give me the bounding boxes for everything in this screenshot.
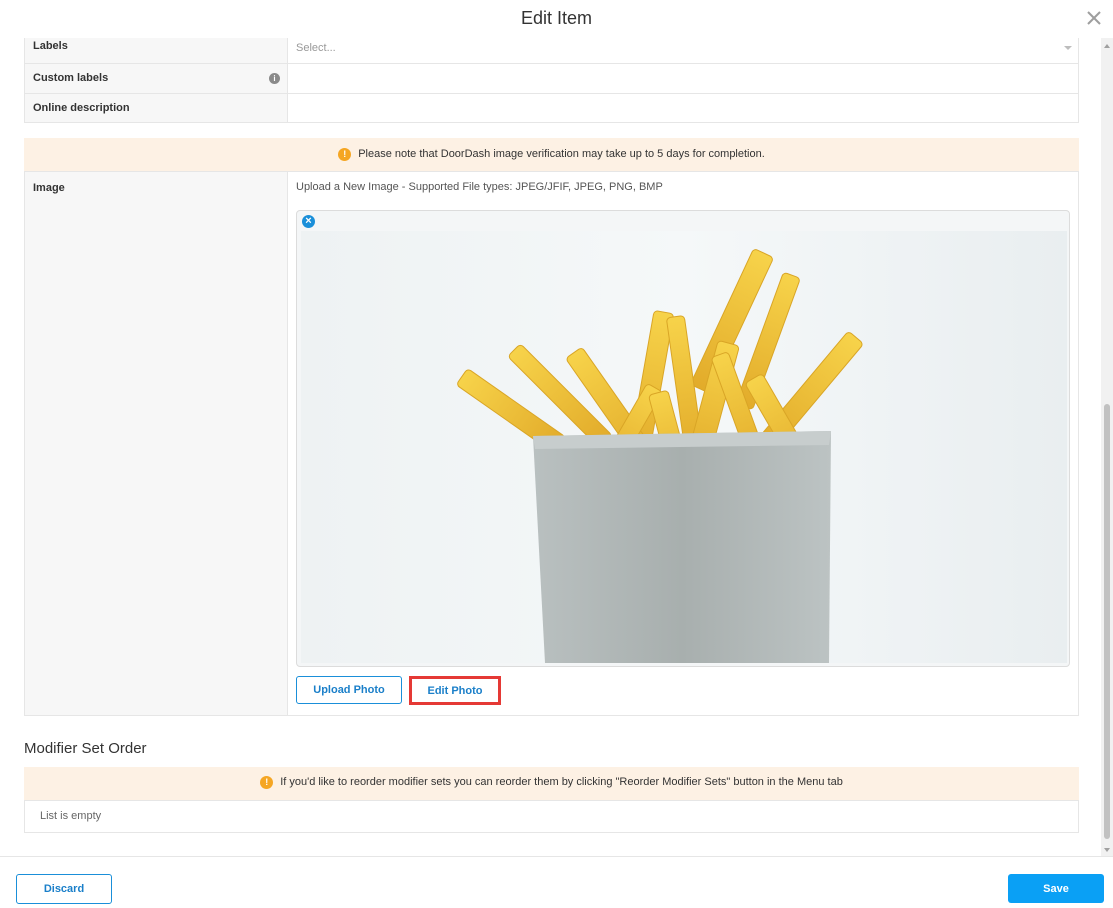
edit-item-modal: Edit Item Labels Select... Custom labels… [0, 0, 1113, 908]
online-description-row: Online description [25, 93, 1078, 122]
custom-labels-row: Custom labels i [25, 63, 1078, 93]
empty-list-text: List is empty [40, 810, 102, 822]
modifier-notice-text: If you'd like to reorder modifier sets y… [280, 776, 843, 788]
modal-footer: Discard Save [0, 856, 1113, 908]
image-preview: × [296, 210, 1070, 667]
modifier-list: List is empty [24, 800, 1079, 833]
online-description-label: Online description [25, 94, 288, 122]
online-description-input[interactable] [288, 94, 1078, 122]
modal-title: Edit Item [520, 8, 593, 28]
custom-labels-label: Custom labels [33, 72, 109, 84]
modifier-notice: ! If you'd like to reorder modifier sets… [24, 767, 1079, 800]
remove-image-icon[interactable]: × [302, 215, 315, 228]
close-button[interactable] [1083, 4, 1107, 30]
upload-hint: Upload a New Image - Supported File type… [296, 181, 663, 193]
modifier-set-order-title: Modifier Set Order [24, 740, 147, 757]
image-notice-text: Please note that DoorDash image verifica… [358, 148, 765, 160]
labels-select[interactable]: Select... [288, 38, 1078, 63]
scroll-up-icon[interactable] [1104, 44, 1110, 48]
modal-header: Edit Item [0, 0, 1113, 38]
image-label: Image [25, 172, 288, 715]
vertical-scrollbar[interactable] [1101, 38, 1113, 856]
custom-labels-field-label: Custom labels i [25, 64, 288, 93]
save-button[interactable]: Save [1008, 874, 1104, 903]
upload-photo-button[interactable]: Upload Photo [296, 676, 402, 704]
image-row: Image Upload a New Image - Supported Fil… [24, 171, 1079, 716]
chevron-down-icon [1064, 46, 1072, 50]
custom-labels-input[interactable] [288, 64, 1078, 93]
labels-label: Labels [25, 38, 288, 63]
discard-button[interactable]: Discard [16, 874, 112, 904]
warning-icon: ! [260, 776, 274, 789]
image-field: Upload a New Image - Supported File type… [288, 172, 1078, 715]
labels-select-placeholder: Select... [296, 42, 336, 54]
info-icon[interactable]: i [269, 73, 280, 84]
image-verification-notice: ! Please note that DoorDash image verifi… [24, 138, 1079, 171]
scroll-down-icon[interactable] [1104, 848, 1110, 852]
warning-icon: ! [338, 148, 352, 161]
labels-row: Labels Select... [25, 38, 1078, 63]
modal-body[interactable]: Labels Select... Custom labels i Online … [0, 38, 1113, 856]
item-fields-table: Labels Select... Custom labels i Online … [24, 38, 1079, 123]
edit-photo-button[interactable]: Edit Photo [409, 676, 501, 705]
close-icon [1087, 11, 1101, 25]
scrollbar-thumb[interactable] [1104, 404, 1110, 839]
french-fries-photo [301, 231, 1067, 663]
